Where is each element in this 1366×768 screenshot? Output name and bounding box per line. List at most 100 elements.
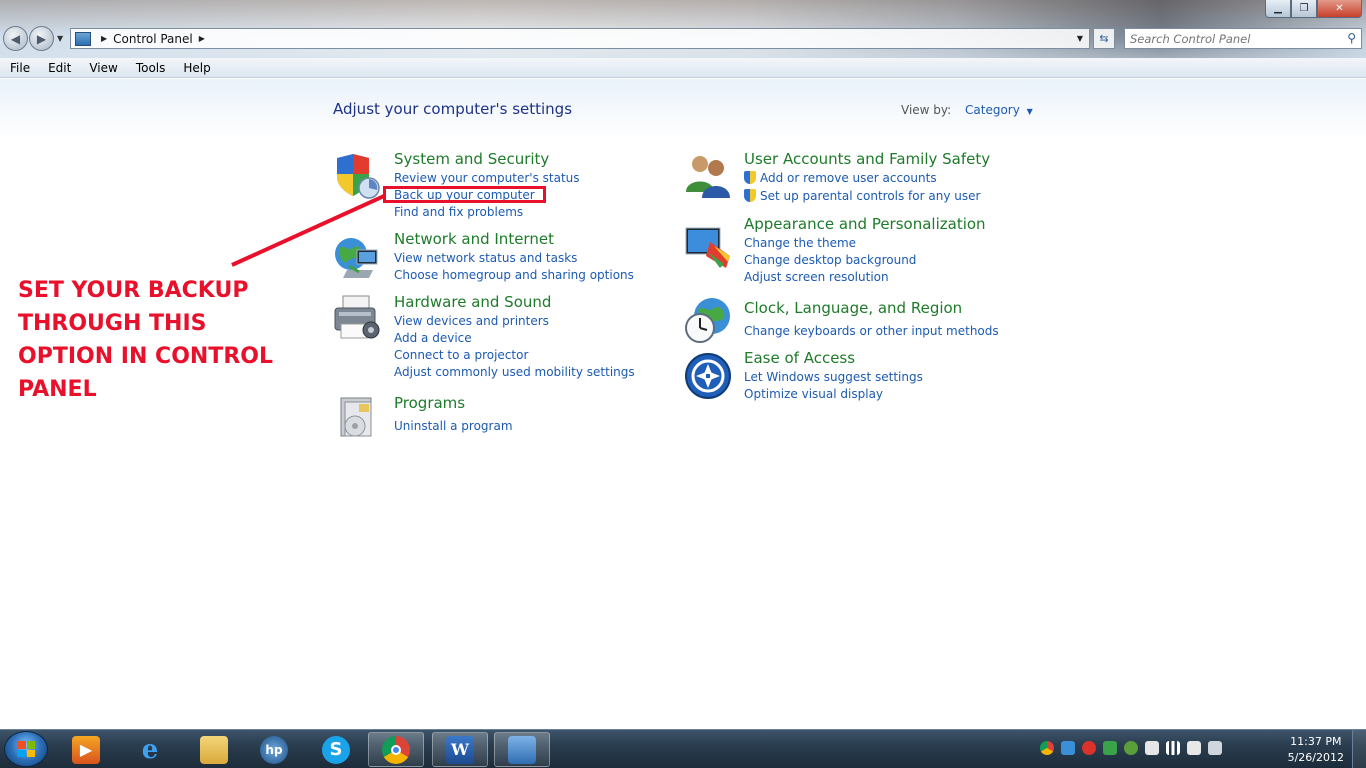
link-uninstall-program[interactable]: Uninstall a program — [394, 419, 513, 433]
action-center-flag-icon[interactable] — [1145, 741, 1159, 755]
category-system-and-security[interactable]: System and Security — [394, 150, 549, 168]
annotation-line: PANEL — [18, 377, 97, 402]
maximize-button[interactable]: ❐ — [1291, 0, 1317, 18]
word-icon: W — [446, 735, 474, 764]
skype-icon: S — [322, 735, 350, 764]
address-bar[interactable]: ▶ Control Panel ▶ ▼ — [70, 28, 1090, 49]
link-parental-controls[interactable]: Set up parental controls for any user — [744, 189, 980, 203]
control-panel-icon — [508, 735, 536, 764]
search-icon[interactable]: ⚲ — [1347, 31, 1356, 45]
link-add-remove-users[interactable]: Add or remove user accounts — [744, 171, 937, 185]
link-windows-suggest-settings[interactable]: Let Windows suggest settings — [744, 370, 923, 384]
taskbar-control-panel[interactable] — [494, 732, 550, 767]
view-by-control: View by: Category ▼ — [901, 103, 1033, 117]
link-connect-projector[interactable]: Connect to a projector — [394, 348, 528, 362]
annotation-line: SET YOUR BACKUP — [18, 278, 249, 303]
show-desktop-button[interactable] — [1352, 730, 1366, 768]
category-network-and-internet[interactable]: Network and Internet — [394, 230, 554, 248]
internet-explorer-icon: e — [141, 734, 159, 765]
navigation-buttons: ◀ ▶ ▼ — [3, 26, 63, 51]
back-button[interactable]: ◀ — [3, 26, 28, 51]
close-button[interactable]: ✕ — [1317, 0, 1362, 18]
users-icon[interactable] — [684, 152, 732, 200]
link-view-devices-printers[interactable]: View devices and printers — [394, 314, 549, 328]
system-tray — [1040, 741, 1222, 755]
link-homegroup-sharing[interactable]: Choose homegroup and sharing options — [394, 268, 634, 282]
menu-bar: File Edit View Tools Help — [0, 58, 1366, 78]
taskbar-skype[interactable]: S — [308, 732, 364, 767]
printer-icon[interactable] — [333, 294, 381, 342]
display-palette-icon[interactable] — [684, 222, 732, 270]
menu-edit[interactable]: Edit — [38, 61, 79, 75]
refresh-button[interactable]: ⇆ — [1093, 28, 1115, 49]
view-by-dropdown[interactable]: Category — [965, 103, 1020, 117]
category-user-accounts[interactable]: User Accounts and Family Safety — [744, 150, 990, 168]
network-globe-icon[interactable] — [333, 234, 381, 282]
annotation-line: THROUGH THIS — [18, 311, 207, 336]
link-mobility-settings[interactable]: Adjust commonly used mobility settings — [394, 365, 635, 379]
utorrent-icon[interactable] — [1124, 741, 1138, 755]
system-clock[interactable]: 11:37 PM 5/26/2012 — [1288, 734, 1344, 766]
link-add-remove-users-label[interactable]: Add or remove user accounts — [760, 171, 937, 185]
programs-icon[interactable] — [333, 394, 381, 442]
link-change-theme[interactable]: Change the theme — [744, 236, 856, 250]
chevron-down-icon[interactable]: ▼ — [1027, 107, 1033, 116]
link-view-network-status[interactable]: View network status and tasks — [394, 251, 577, 265]
breadcrumb-separator-icon[interactable]: ▶ — [101, 34, 107, 43]
start-button[interactable] — [4, 731, 48, 767]
annotation-text: SET YOUR BACKUP THROUGH THIS OPTION IN C… — [18, 274, 318, 406]
signal-strength-icon[interactable] — [1166, 741, 1180, 755]
category-programs[interactable]: Programs — [394, 394, 465, 412]
annotation-line: OPTION IN CONTROL — [18, 344, 273, 369]
link-add-a-device[interactable]: Add a device — [394, 331, 472, 345]
window-titlebar: ▁ ❐ ✕ ◀ ▶ ▼ ▶ Control Panel ▶ ▼ ⇆ ⚲ — [0, 0, 1366, 62]
chrome-tray-icon[interactable] — [1040, 741, 1054, 755]
menu-view[interactable]: View — [79, 61, 125, 75]
view-by-label: View by: — [901, 103, 952, 117]
menu-help[interactable]: Help — [173, 61, 218, 75]
windows-logo-icon — [17, 741, 35, 757]
breadcrumb-chevron-icon[interactable]: ▶ — [199, 34, 205, 43]
volume-icon[interactable] — [1187, 741, 1201, 755]
uac-shield-icon — [744, 189, 756, 202]
search-input[interactable] — [1125, 31, 1335, 46]
link-adjust-screen-resolution[interactable]: Adjust screen resolution — [744, 270, 889, 284]
link-change-desktop-background[interactable]: Change desktop background — [744, 253, 916, 267]
clock-globe-icon[interactable] — [684, 296, 732, 344]
ease-of-access-icon[interactable] — [684, 352, 732, 400]
green-check-icon[interactable] — [1103, 741, 1117, 755]
link-parental-controls-label[interactable]: Set up parental controls for any user — [760, 189, 980, 203]
breadcrumb-control-panel[interactable]: Control Panel — [113, 32, 193, 46]
menu-tools[interactable]: Tools — [126, 61, 174, 75]
link-optimize-visual-display[interactable]: Optimize visual display — [744, 387, 883, 401]
menu-file[interactable]: File — [0, 61, 38, 75]
battery-icon[interactable] — [1208, 741, 1222, 755]
taskbar-hp[interactable]: hp — [246, 732, 302, 767]
highlight-box — [383, 186, 546, 203]
taskbar-file-explorer[interactable] — [186, 732, 242, 767]
network-tray-icon[interactable] — [1061, 741, 1075, 755]
category-clock-language-region[interactable]: Clock, Language, and Region — [744, 299, 962, 317]
link-review-computer-status[interactable]: Review your computer's status — [394, 171, 580, 185]
link-change-keyboards[interactable]: Change keyboards or other input methods — [744, 324, 999, 338]
address-dropdown-icon[interactable]: ▼ — [1077, 34, 1083, 43]
uac-shield-icon — [744, 171, 756, 184]
minimize-button[interactable]: ▁ — [1265, 0, 1291, 18]
chrome-icon — [382, 735, 410, 764]
category-hardware-and-sound[interactable]: Hardware and Sound — [394, 293, 551, 311]
taskbar-internet-explorer[interactable]: e — [122, 732, 178, 767]
recent-pages-dropdown[interactable]: ▼ — [57, 34, 63, 43]
category-ease-of-access[interactable]: Ease of Access — [744, 349, 855, 367]
beats-audio-icon[interactable] — [1082, 741, 1096, 755]
clock-date: 5/26/2012 — [1287, 751, 1344, 764]
search-box[interactable]: ⚲ — [1124, 28, 1362, 49]
category-appearance[interactable]: Appearance and Personalization — [744, 215, 986, 233]
window-controls: ▁ ❐ ✕ — [1265, 0, 1362, 18]
shield-icon[interactable] — [333, 152, 381, 200]
taskbar-media-player[interactable]: ▶ — [58, 732, 114, 767]
taskbar-word[interactable]: W — [432, 732, 488, 767]
taskbar: ▶ e hp S W 11:37 PM 5/26/2012 — [0, 729, 1366, 768]
taskbar-chrome[interactable] — [368, 732, 424, 767]
forward-button[interactable]: ▶ — [29, 26, 54, 51]
link-find-and-fix-problems[interactable]: Find and fix problems — [394, 205, 523, 219]
